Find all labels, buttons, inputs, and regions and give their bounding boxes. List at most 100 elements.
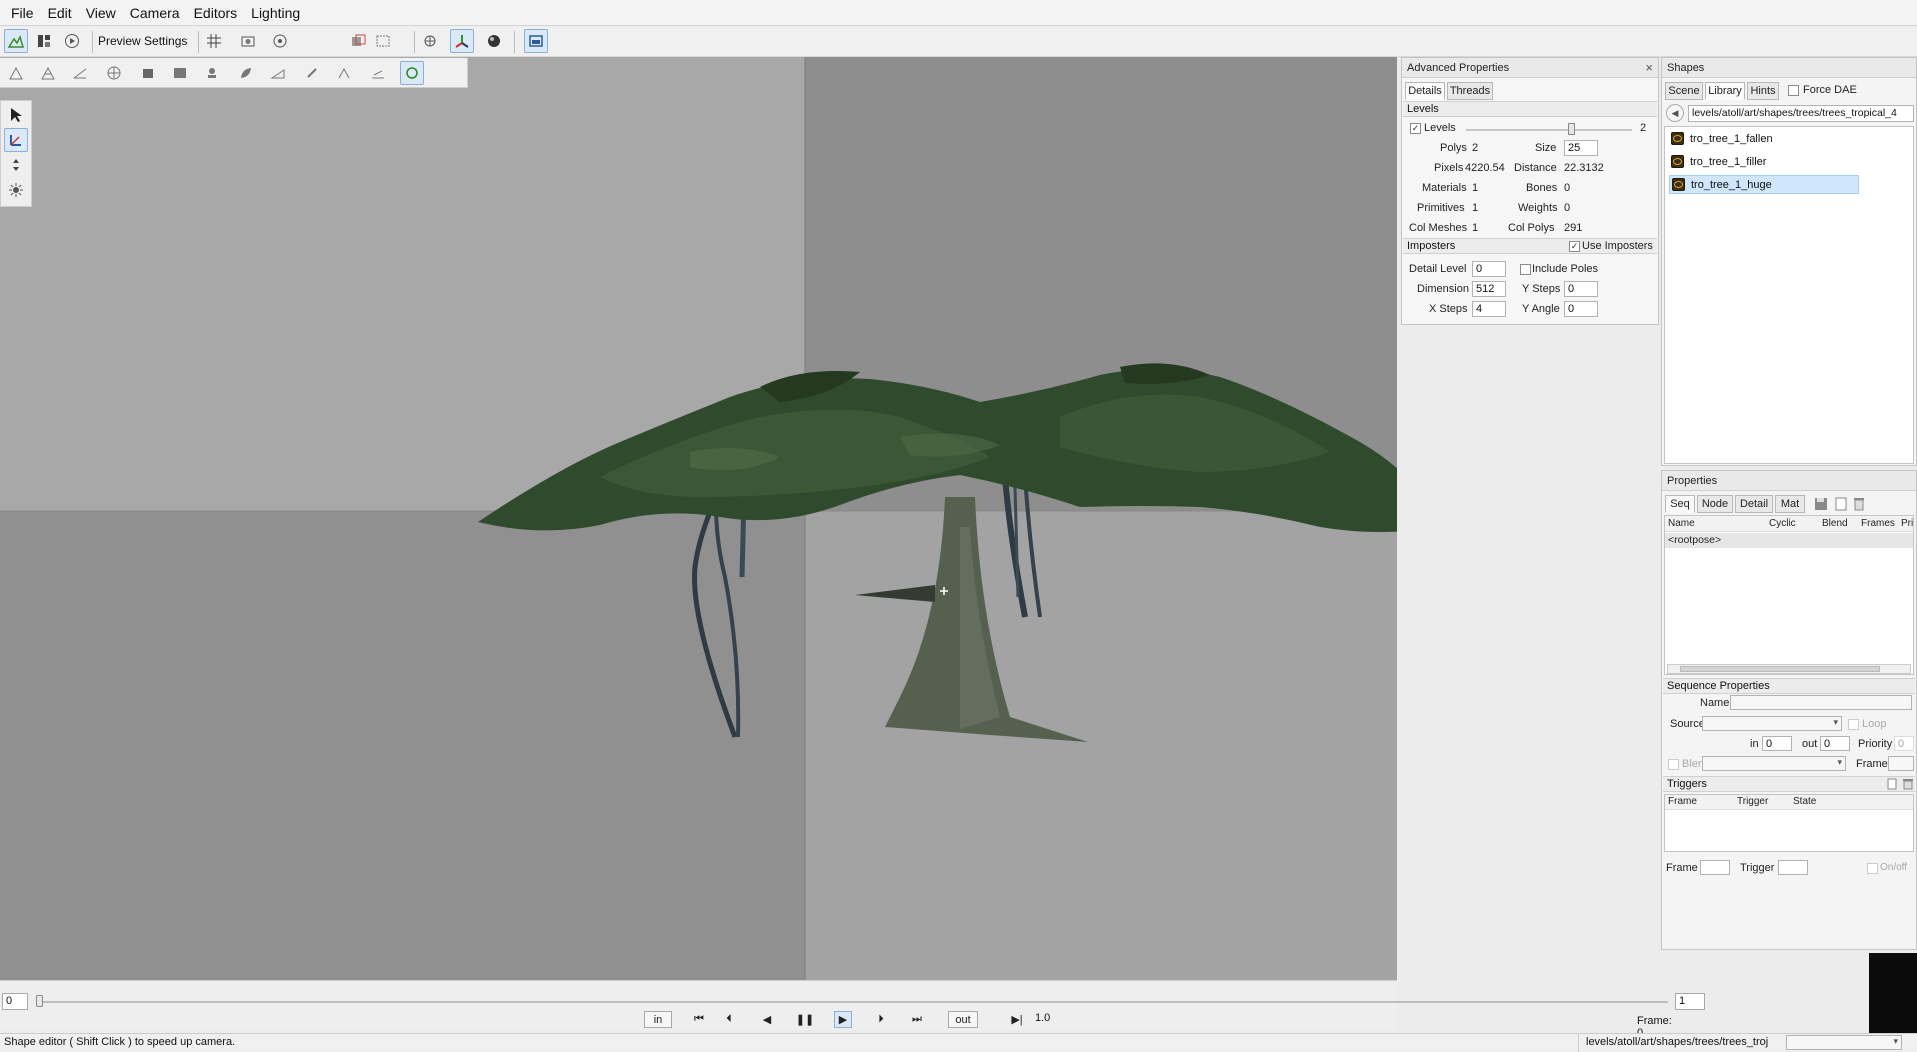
tab-detail[interactable]: Detail [1735,495,1773,513]
tab-hints[interactable]: Hints [1747,82,1779,100]
timeline-scrubber[interactable] [36,995,43,1007]
source-dropdown[interactable] [1702,716,1842,731]
levels-slider[interactable] [1466,129,1632,131]
select-arrow-icon[interactable] [4,103,28,127]
dimension-input[interactable]: 512 [1472,281,1506,297]
step-forward-icon[interactable]: ⏵ [872,1011,890,1028]
table-row[interactable]: <rootpose> [1665,533,1913,548]
trigger-frame-input[interactable] [1700,860,1730,875]
horizontal-scrollbar[interactable] [1667,664,1911,674]
cube-icon[interactable] [136,61,160,85]
camera-icon[interactable] [268,29,292,53]
skip-to-start-icon[interactable]: ⏮ [690,1011,708,1028]
list-item-selected[interactable]: tro_tree_1_huge [1669,175,1859,194]
normals-icon[interactable] [68,61,92,85]
save-icon[interactable] [1814,497,1828,511]
menu-lighting[interactable]: Lighting [244,5,307,21]
priority-input[interactable]: 0 [1894,736,1914,751]
wireframe-icon[interactable] [36,61,60,85]
wireframe-cube-icon[interactable] [346,29,370,53]
tab-mat[interactable]: Mat [1775,495,1805,513]
menu-edit[interactable]: Edit [41,5,79,21]
levels-checkbox[interactable]: ✓ [1410,123,1421,134]
collision-icon[interactable] [200,61,224,85]
detail-level-input[interactable]: 0 [1472,261,1506,277]
set-in-button[interactable]: in [644,1011,672,1028]
include-poles-checkbox[interactable] [1520,264,1531,275]
lod-icon[interactable] [366,61,390,85]
tab-threads[interactable]: Threads [1447,82,1493,100]
delete-icon[interactable] [1852,497,1866,511]
sun-icon[interactable] [4,178,28,202]
timeline-end-field[interactable]: 1 [1675,993,1705,1010]
close-icon[interactable]: × [1645,60,1653,75]
trigger-input[interactable] [1778,860,1808,875]
terrain-editor-icon[interactable] [4,29,28,53]
leaf-icon[interactable] [234,61,258,85]
tab-node[interactable]: Node [1697,495,1733,513]
menu-view[interactable]: View [79,5,123,21]
y-angle-input[interactable]: 0 [1564,301,1598,317]
force-dae-checkbox[interactable] [1788,85,1799,96]
tab-seq[interactable]: Seq [1665,495,1695,513]
library-path-input[interactable]: levels/atoll/art/shapes/trees/trees_trop… [1688,105,1914,122]
play-backward-icon[interactable]: ◀ [758,1011,776,1028]
bounds-icon[interactable] [372,29,396,53]
loop-checkbox[interactable] [1848,719,1859,730]
blend-checkbox[interactable] [1668,759,1679,770]
pause-icon[interactable]: ❚❚ [796,1011,814,1028]
axis-gizmo-icon[interactable] [450,29,474,53]
tab-details[interactable]: Details [1405,82,1445,100]
preview-settings-button[interactable]: Preview Settings [98,34,187,48]
nodes-icon[interactable] [418,29,442,53]
globe-icon[interactable] [102,61,126,85]
bone-icon[interactable] [300,61,324,85]
play-icon[interactable]: ▶ [834,1011,852,1028]
list-item[interactable]: tro_tree_1_filler [1669,152,1859,171]
advanced-properties-panel: Advanced Properties × Details Threads Le… [1401,57,1659,325]
play-game-icon[interactable] [60,29,84,53]
set-out-button[interactable]: out [948,1011,978,1028]
sphere-icon[interactable] [482,29,506,53]
blend-dropdown[interactable] [1702,756,1846,771]
grid-icon[interactable] [202,29,226,53]
mesh-icon[interactable] [4,61,28,85]
rotate-gizmo-icon[interactable] [4,153,28,177]
3d-viewport[interactable] [0,57,1397,980]
delete-trigger-icon[interactable] [1902,778,1914,790]
frame-input[interactable] [1888,756,1914,771]
ramp-icon[interactable] [266,61,290,85]
speed-field[interactable]: 1.0 [1032,1011,1062,1028]
onoff-checkbox[interactable] [1867,863,1878,874]
tab-library[interactable]: Library [1705,82,1745,100]
out-input[interactable]: 0 [1820,736,1850,751]
skeleton-icon[interactable] [332,61,356,85]
timeline-start-field[interactable]: 0 [2,993,28,1010]
x-steps-input[interactable]: 4 [1472,301,1506,317]
move-gizmo-icon[interactable] [4,128,28,152]
skip-to-end-icon[interactable]: ⏭ [908,1011,926,1028]
y-steps-input[interactable]: 0 [1564,281,1598,297]
back-arrow-icon[interactable]: ◀ [1666,104,1684,122]
timeline-track[interactable] [38,1001,1668,1003]
add-trigger-icon[interactable] [1886,778,1898,790]
snapshot-icon[interactable] [236,29,260,53]
menu-camera[interactable]: Camera [123,5,187,21]
tab-scene[interactable]: Scene [1665,82,1703,100]
texture-icon[interactable] [168,61,192,85]
menu-editors[interactable]: Editors [187,5,245,21]
window-icon[interactable] [524,29,548,53]
layout-icon[interactable] [32,29,56,53]
levels-slider-thumb[interactable] [1568,123,1575,135]
status-dropdown[interactable] [1786,1035,1902,1050]
size-input[interactable]: 25 [1564,140,1598,156]
step-back-icon[interactable]: ⏴ [720,1011,738,1028]
sun-direction-icon[interactable] [400,61,424,85]
use-imposters-checkbox[interactable]: ✓ [1569,241,1580,252]
seq-name-input[interactable] [1730,695,1912,710]
list-item[interactable]: tro_tree_1_fallen [1669,129,1859,148]
new-sequence-icon[interactable] [1834,497,1848,511]
in-input[interactable]: 0 [1762,736,1792,751]
menu-file[interactable]: File [4,5,41,21]
status-path: levels/atoll/art/shapes/trees/trees_troj [1586,1036,1769,1048]
